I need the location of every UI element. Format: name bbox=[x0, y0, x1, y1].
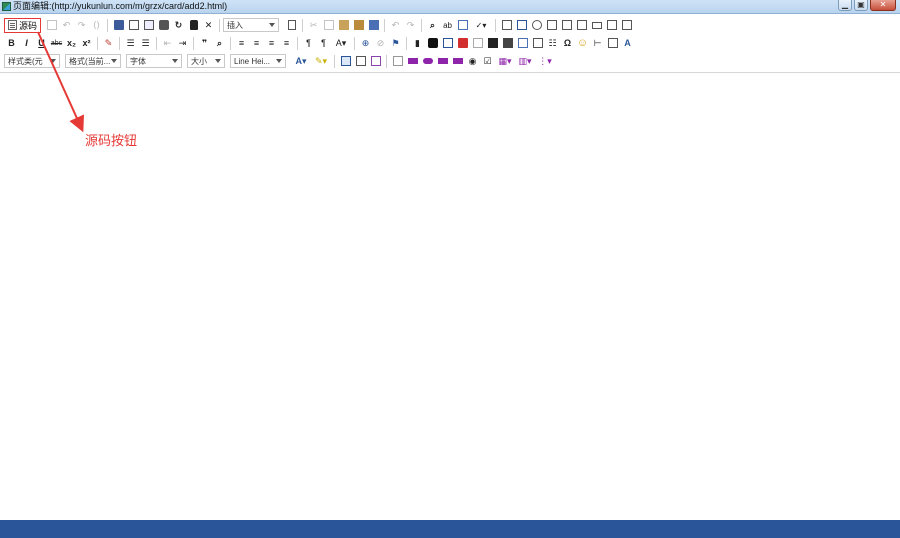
annotation-arrow bbox=[37, 31, 84, 133]
annotation-label: 源码按钮 bbox=[85, 133, 138, 148]
taskbar bbox=[0, 520, 900, 538]
